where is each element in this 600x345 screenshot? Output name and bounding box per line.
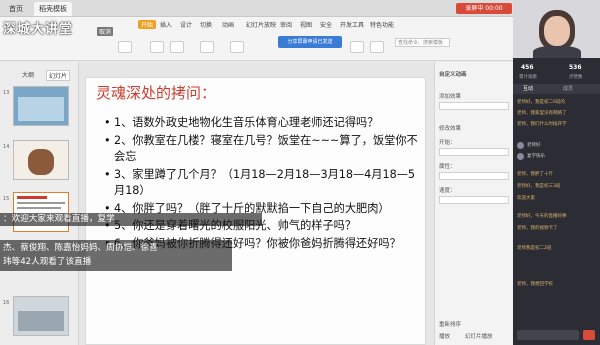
speed-select[interactable] [439, 196, 509, 204]
slide-thumbnail[interactable] [13, 86, 69, 126]
menu-security[interactable]: 安全 [320, 20, 332, 29]
tab-outline[interactable]: 大纲 [22, 70, 34, 79]
like-count: 536 [569, 64, 582, 71]
share-notice: 分享屏幕申请已发送 [278, 36, 342, 48]
thumb-image [18, 311, 64, 331]
slide-canvas: 灵魂深处的拷问： 1、语数外政史地物化生音乐体育心理老师还记得吗？ 2、你教室在… [79, 62, 434, 345]
chat-welcome-banner: ：欢迎大家来观看直播，复学 [0, 213, 262, 226]
viewers-line: 杰、蔡俊翔、陈嘉怡妈妈、周协恺、徐喜 [3, 243, 158, 253]
menu-start[interactable]: 开始 [138, 20, 157, 29]
search-input[interactable]: 查找命令、搜索模板 [395, 38, 450, 47]
tab-interaction[interactable]: 互动 [523, 85, 533, 92]
panel-title: 自定义动画 [439, 72, 467, 78]
layout-icon[interactable] [170, 41, 184, 53]
ribbon: 开始 插入 设计 切换 动画 幻灯片放映 审阅 视图 安全 开发工具 特色功能 … [0, 17, 513, 61]
chat-comment: 老师，我想回学校 [517, 282, 553, 287]
title-bar: 首页 稻壳模板 录屏中 00:00 [0, 0, 600, 17]
speed-label: 速度： [439, 188, 456, 194]
chat-input[interactable] [517, 330, 579, 340]
thumb-title-line [17, 196, 47, 199]
modify-effect-label: 修改效果 [439, 126, 462, 132]
tab-docer[interactable]: 稻壳模板 [34, 2, 72, 16]
chat-comment: 老师好，今天的直播好棒 [517, 214, 567, 219]
add-effect-label: 添加效果 [439, 94, 462, 100]
chat-comment: 复学快乐 [527, 154, 545, 159]
slide-thumbnail-panel: 大纲 幻灯片 13 14 15 16 [0, 62, 79, 345]
property-label: 属性： [439, 164, 456, 170]
viewers-line: 玮等42人观看了该直播 [3, 257, 92, 267]
view-label: 累计观看 [519, 75, 537, 80]
menu-view[interactable]: 视图 [300, 20, 312, 29]
tab-members[interactable]: 成员 [563, 85, 573, 92]
slide[interactable]: 灵魂深处的拷问： 1、语数外政史地物化生音乐体育心理老师还记得吗？ 2、你教室在… [85, 77, 426, 345]
chat-comment: 老师我是初二2班 [517, 246, 552, 251]
start-select[interactable] [439, 148, 509, 156]
chat-comment: 老师，我的视频卡了 [517, 226, 558, 231]
tab-slides[interactable]: 幻灯片 [46, 70, 71, 81]
webcam-view [513, 0, 600, 58]
chat-comment: 老师好 [527, 143, 541, 148]
thumb-text-line [17, 207, 61, 209]
chat-comment: 老师好，我是初二6班的 [517, 100, 565, 105]
bullet-item: 2、你教室在几楼？寝室在几号？饭堂在~~~算了，饭堂你不会忘 [104, 133, 420, 166]
chat-comment: 老师，我胖了十斤 [517, 172, 553, 177]
font-icon[interactable] [200, 41, 214, 53]
shape-icon[interactable] [350, 41, 364, 53]
menu-features[interactable]: 特色功能 [370, 20, 394, 29]
bold-icon[interactable] [230, 41, 244, 53]
presenter-body [533, 46, 581, 58]
new-slide-icon[interactable] [150, 41, 164, 53]
slide-title: 灵魂深处的拷问： [96, 84, 217, 102]
presenter-face [544, 16, 570, 46]
menu-slideshow[interactable]: 幻灯片放映 [246, 20, 276, 29]
thumb-text-line [17, 202, 65, 204]
menu-review[interactable]: 审阅 [280, 20, 292, 29]
slide-thumbnail[interactable] [13, 140, 69, 180]
chat-comment: 老师，我们什么时候开学 [517, 122, 567, 127]
slideshow-button[interactable]: 幻灯片播放 [465, 332, 493, 340]
stream-logo: 深城大讲堂 [3, 22, 74, 37]
cancel-button[interactable]: 取消 [97, 27, 114, 36]
add-effect-button[interactable] [439, 102, 509, 110]
thumb-number: 15 [3, 196, 10, 202]
menu-design[interactable]: 设计 [180, 20, 192, 29]
thumb-number: 13 [3, 90, 10, 96]
thumb-number: 14 [3, 144, 10, 150]
bullet-list: 1、语数外政史地物化生音乐体育心理老师还记得吗？ 2、你教室在几楼？寝室在几号？… [104, 115, 420, 253]
menu-devtools[interactable]: 开发工具 [340, 20, 364, 29]
chat-comment: 老师，我家里没有网络了 [517, 111, 567, 116]
bullet-item: 1、语数外政史地物化生音乐体育心理老师还记得吗？ [104, 115, 420, 132]
menu-animation[interactable]: 动画 [222, 20, 234, 29]
thumb-number: 16 [3, 300, 10, 306]
tab-home[interactable]: 首页 [4, 2, 28, 16]
thumb-image [18, 97, 64, 121]
recorder-badge[interactable]: 录屏中 00:00 [456, 3, 512, 14]
start-label: 开始： [439, 140, 456, 146]
menu-transition[interactable]: 切换 [200, 20, 212, 29]
play-button[interactable]: 播放 [439, 332, 450, 340]
avatar [517, 142, 524, 149]
thumb-image [28, 149, 54, 175]
bullet-item: 3、家里蹲了几个月？（1月18—2月18—3月18—4月18—5月18） [104, 167, 420, 200]
live-tab-bar: 互动 成员 [513, 84, 600, 94]
arrange-icon[interactable] [370, 41, 384, 53]
avatar [517, 153, 524, 160]
paste-icon[interactable] [118, 41, 132, 53]
view-count: 456 [521, 64, 534, 71]
slide-thumbnail[interactable] [13, 296, 69, 336]
reorder-label: 重新排序 [439, 322, 462, 328]
menu-insert[interactable]: 插入 [160, 20, 172, 29]
chat-viewers-banner: 杰、蔡俊翔、陈嘉怡妈妈、周协恺、徐喜 玮等42人观看了该直播 [0, 240, 232, 271]
chat-comment: 老师好，我是初三3班 [517, 184, 561, 189]
animation-panel: 自定义动画 添加效果 修改效果 开始： 属性： 速度： 重新排序 播放 幻灯片播… [434, 62, 513, 345]
slide-thumbnail-selected[interactable] [13, 192, 69, 232]
send-button[interactable] [583, 330, 595, 340]
chat-comment: 欢迎大家 [517, 196, 535, 201]
property-select[interactable] [439, 172, 509, 180]
like-label: 点赞数 [569, 75, 583, 80]
live-stream-panel: 456 累计观看 536 点赞数 互动 成员 老师好，我是初二6班的 老师，我家… [513, 0, 600, 345]
live-stats: 456 累计观看 536 点赞数 [513, 60, 600, 84]
